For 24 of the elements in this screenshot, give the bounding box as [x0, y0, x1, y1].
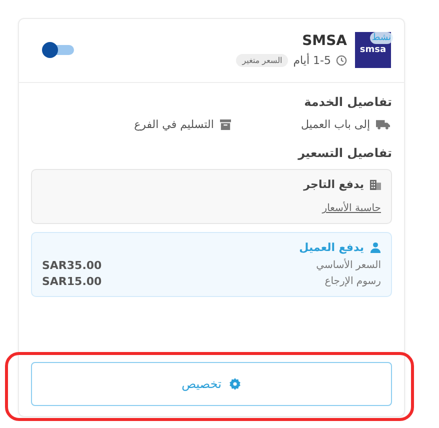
building-icon: [370, 179, 381, 190]
section-title: تفاصيل التسعير: [296, 146, 392, 160]
payer-option[interactable]: يدفع التاجر حاسبة الأسعار: [31, 169, 392, 224]
settings-icon: [229, 378, 242, 390]
fee-label: السعر الأساسي: [316, 260, 381, 271]
service-option: التسليم في الفرع: [134, 118, 214, 131]
fee-value: SAR15.00: [42, 275, 102, 288]
section-title: تفاصيل الخدمة: [303, 95, 392, 109]
person-icon: [370, 242, 381, 253]
payer-title: يدفع التاجر: [304, 178, 364, 191]
clock-icon: [336, 55, 347, 66]
calculator-link[interactable]: حاسبة الأسعار: [322, 203, 381, 214]
fee-label: رسوم الإرجاع: [324, 276, 381, 287]
status-badge: نشط: [370, 32, 393, 44]
payer-title: يدفع العميل: [299, 241, 364, 254]
fee-value: SAR35.00: [42, 259, 102, 272]
enable-toggle[interactable]: [44, 45, 74, 55]
logo-text: smsa: [360, 45, 386, 55]
truck-icon: [376, 119, 390, 130]
delivery-time: 1-5 أيام: [293, 54, 331, 67]
archive-icon: [220, 119, 231, 130]
carrier-name: SMSA: [301, 33, 347, 49]
service-option: إلى باب العميل: [300, 118, 370, 131]
price-tag: السعر متغير: [236, 54, 288, 67]
